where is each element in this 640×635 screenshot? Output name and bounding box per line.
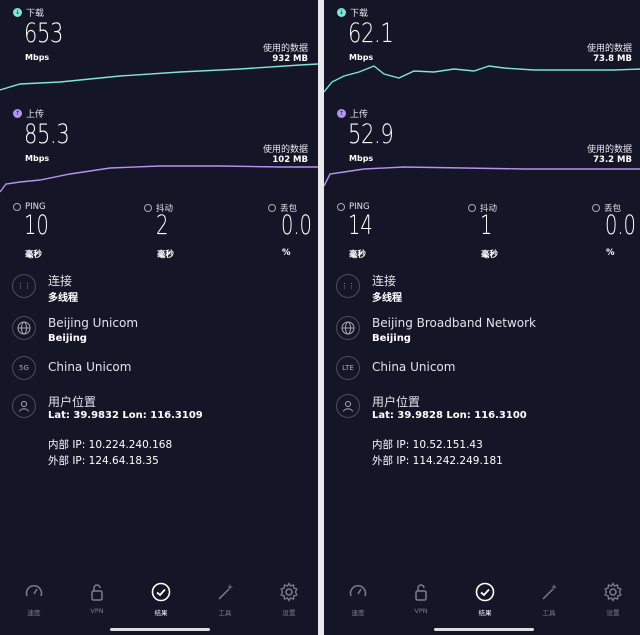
download-graph [324,65,640,93]
check-circle-icon [151,582,171,602]
upload-graph [0,165,318,193]
ping-unit: 毫秒 [349,250,367,260]
jitter-icon [144,204,152,212]
packet-loss-icon [268,204,276,212]
nav-settings[interactable]: 设置 [269,582,309,617]
connection-title: 连接 [372,274,397,288]
home-indicator[interactable] [110,628,210,631]
download-data-used-label: 使用的数据 [262,44,308,54]
bottom-nav: 速度 VPN 结果 工具 设置 [324,582,640,622]
ping-icon [337,203,345,211]
packet-loss-unit: % [606,248,615,258]
connections-icon: ⋮⋮ [12,274,36,298]
nav-tools[interactable]: 工具 [205,582,245,617]
nav-speed[interactable]: 速度 [338,582,378,617]
upload-data-used-label: 使用的数据 [586,145,632,155]
packet-loss-value: 0.0 [281,210,312,241]
result-panel-right: ↓ 下载 62.1 Mbps 使用的数据 73.8 MB ↑ 上传 52.9 M… [324,0,640,635]
nav-tools-label: 工具 [542,609,556,617]
globe-icon [12,316,36,340]
internal-ip: 内部 IP: 10.224.240.168 [48,439,173,451]
bottom-nav: 速度 VPN 结果 工具 设置 [0,582,318,622]
magic-wand-icon [218,584,233,600]
carrier-name: China Unicom [48,360,132,374]
nav-results-label: 结果 [478,609,492,617]
internal-ip: 内部 IP: 10.52.151.43 [372,439,483,451]
magic-wand-icon [542,584,557,600]
location-coords: Lat: 39.9832 Lon: 116.3109 [48,410,203,421]
nav-results[interactable]: 结果 [141,582,181,617]
nav-tools[interactable]: 工具 [529,582,569,617]
upload-arrow-icon: ↑ [337,109,346,118]
packet-loss-value: 0.0 [605,210,636,241]
speedometer-icon [349,585,367,597]
nav-settings-label: 设置 [282,609,296,617]
download-graph [0,63,318,91]
ping-unit: 毫秒 [25,250,43,260]
nav-speed-label: 速度 [27,609,41,617]
network-type-badge: 5G [12,356,36,380]
check-circle-icon [475,582,495,602]
nav-vpn-label: VPN [414,607,428,615]
nav-results[interactable]: 结果 [465,582,505,617]
location-title: 用户位置 [48,395,97,409]
nav-settings-label: 设置 [606,609,620,617]
upload-speed: 52.9 [348,119,394,150]
isp-name: Beijing Unicom [48,316,139,330]
upload-graph [324,166,640,187]
carrier-name: China Unicom [372,360,456,374]
upload-arrow-icon: ↑ [13,109,22,118]
isp-city: Beijing [48,333,87,344]
user-location-icon [12,394,36,418]
home-indicator[interactable] [434,628,534,631]
external-ip: 外部 IP: 124.64.18.35 [48,455,159,467]
upload-data-used-label: 使用的数据 [262,145,308,155]
lock-icon [415,584,427,601]
upload-speed: 85.3 [24,119,70,150]
isp-name: Beijing Broadband Network [372,316,536,330]
ping-icon [13,203,21,211]
result-panel-left: ↓ 下载 653 Mbps 使用的数据 932 MB ↑ 上传 85.3 Mbp… [0,0,318,635]
connection-value: 多线程 [372,293,402,304]
gear-icon [604,582,622,602]
jitter-icon [468,204,476,212]
download-speed: 62.1 [348,18,394,49]
location-title: 用户位置 [372,395,421,409]
download-arrow-icon: ↓ [13,8,22,17]
location-coords: Lat: 39.9828 Lon: 116.3100 [372,410,527,421]
network-type-badge: LTE [336,356,360,380]
connections-icon: ⋮⋮ [336,274,360,298]
packet-loss-unit: % [282,248,291,258]
ping-value: 14 [348,210,373,241]
gear-icon [280,582,298,602]
download-speed: 653 [24,18,64,49]
user-location-icon [336,394,360,418]
download-arrow-icon: ↓ [337,8,346,17]
nav-settings[interactable]: 设置 [593,582,633,617]
packet-loss-icon [592,204,600,212]
ping-value: 10 [24,210,49,241]
speedometer-icon [25,585,43,597]
nav-tools-label: 工具 [218,609,232,617]
connection-title: 连接 [48,274,73,288]
isp-city: Beijing [372,333,411,344]
jitter-value: 2 [156,210,169,241]
nav-results-label: 结果 [154,609,168,617]
external-ip: 外部 IP: 114.242.249.181 [372,455,503,467]
download-data-used-label: 使用的数据 [586,44,632,54]
jitter-value: 1 [480,210,493,241]
jitter-unit: 毫秒 [157,250,175,260]
nav-speed-label: 速度 [351,609,365,617]
nav-vpn[interactable]: VPN [401,582,441,615]
nav-vpn[interactable]: VPN [77,582,117,615]
nav-vpn-label: VPN [90,607,104,615]
globe-icon [336,316,360,340]
connection-value: 多线程 [48,293,78,304]
jitter-unit: 毫秒 [481,250,499,260]
nav-speed[interactable]: 速度 [14,582,54,617]
lock-icon [91,584,103,601]
